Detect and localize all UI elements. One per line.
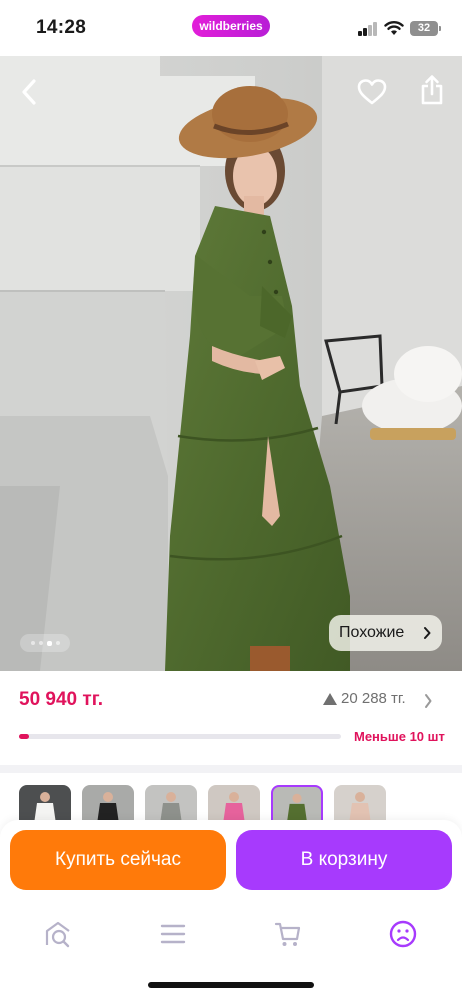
home-icon: [45, 921, 70, 948]
wifi-icon: [384, 21, 404, 35]
similar-items-label: Похожие: [339, 624, 405, 641]
purchase-action-bar: Купить сейчас В корзину: [0, 820, 462, 904]
favorite-button[interactable]: [354, 74, 390, 110]
price-history-value: 20 288 тг.: [341, 690, 406, 707]
gallery-pagination-dots: [20, 634, 70, 652]
nav-profile[interactable]: [383, 914, 423, 954]
back-button[interactable]: [12, 74, 48, 110]
gallery-dot: [55, 641, 60, 645]
section-divider: [0, 765, 462, 773]
battery-indicator: 32: [410, 21, 441, 36]
status-time: 14:28: [36, 17, 87, 38]
price-history[interactable]: 20 288 тг.: [323, 690, 406, 707]
brand-logo: wildberries: [192, 15, 270, 37]
chevron-left-icon: [22, 79, 36, 105]
chevron-right-icon: [424, 627, 431, 639]
triangle-up-icon: [323, 692, 337, 705]
gallery-dot-active: [46, 640, 52, 646]
buy-now-button[interactable]: Купить сейчас: [10, 830, 226, 890]
share-icon: [421, 75, 443, 105]
cart-icon: [274, 922, 301, 946]
gallery-dot: [38, 641, 43, 645]
similar-items-button[interactable]: Похожие: [329, 615, 442, 651]
heart-icon: [357, 79, 387, 105]
profile-icon: [389, 920, 417, 948]
stock-progress-bar: [19, 734, 341, 739]
stock-label: Меньше 10 шт: [354, 729, 445, 744]
nav-cart[interactable]: [268, 914, 308, 954]
chevron-right-icon[interactable]: [423, 693, 433, 709]
stock-progress-fill: [19, 734, 29, 739]
current-price: 50 940 тг.: [19, 689, 103, 710]
status-bar: 14:28 wildberries 32: [0, 0, 462, 56]
product-photo: [0, 56, 462, 671]
catalog-icon: [160, 924, 186, 944]
product-image-gallery[interactable]: Похожие: [0, 56, 462, 671]
add-to-cart-button[interactable]: В корзину: [236, 830, 452, 890]
share-button[interactable]: [414, 72, 450, 108]
cellular-signal-icon: [358, 22, 378, 36]
nav-home[interactable]: [38, 914, 78, 954]
gallery-dot: [30, 641, 35, 645]
home-indicator: [148, 982, 314, 988]
nav-catalog[interactable]: [153, 914, 193, 954]
bottom-navigation: [0, 904, 462, 999]
